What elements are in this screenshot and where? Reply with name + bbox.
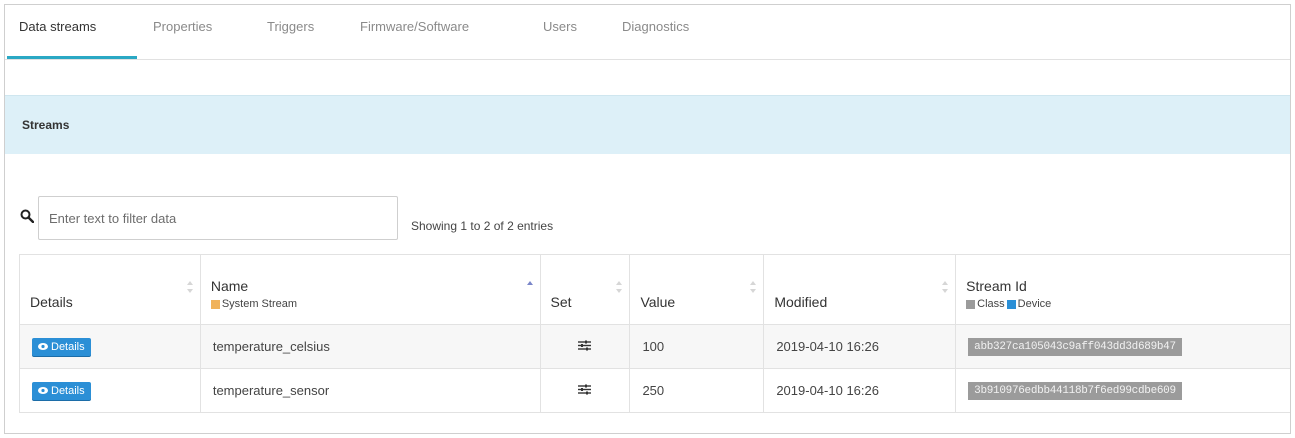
streams-title: Streams	[22, 118, 70, 132]
set-cell	[539, 324, 631, 369]
details-button[interactable]: Details	[32, 337, 91, 356]
system-stream-chip	[210, 299, 220, 309]
set-cell	[539, 368, 631, 413]
eye-icon	[38, 343, 48, 351]
eye-icon	[38, 387, 48, 395]
modified-cell: 2019-04-10 16:26	[763, 324, 957, 369]
column-header-stream-id[interactable]: Stream Id Class Device	[955, 254, 1290, 325]
column-stream-id-label: Stream Id	[966, 278, 1027, 294]
tab-data-streams[interactable]: Data streams	[7, 19, 137, 59]
stream-id-legend: Class Device	[966, 298, 1290, 310]
column-value-label: Value	[640, 294, 676, 310]
details-button[interactable]: Details	[32, 381, 91, 400]
system-stream-legend: System Stream	[210, 298, 530, 310]
column-header-value[interactable]: Value	[629, 254, 765, 325]
class-chip	[966, 299, 976, 309]
column-header-name[interactable]: Name System Stream	[199, 254, 541, 325]
tab-properties[interactable]: Properties	[153, 19, 212, 59]
entries-info: Showing 1 to 2 of 2 entries	[411, 219, 554, 233]
search-icon	[20, 209, 34, 223]
stream-id-badge: 3b910976edbb44118b7f6ed99cdbe609	[968, 382, 1182, 400]
column-modified-label: Modified	[774, 294, 828, 310]
filter-input[interactable]	[38, 196, 398, 240]
table-row: Details temperature_sensor 250 2019-04-1…	[19, 368, 1290, 413]
column-details-label: Details	[30, 294, 73, 310]
sort-icon	[942, 281, 949, 293]
name-cell: temperature_celsius	[199, 324, 541, 369]
stream-id-cell: abb327ca105043c9aff043dd3d689b47	[955, 324, 1290, 369]
tab-diagnostics[interactable]: Diagnostics	[622, 19, 689, 59]
value-cell: 100	[629, 324, 765, 369]
column-set-label: Set	[550, 294, 572, 310]
column-header-details[interactable]: Details	[19, 254, 201, 325]
sort-asc-icon	[526, 281, 533, 285]
device-page: Data streams Properties Triggers Firmwar…	[4, 4, 1291, 434]
tab-users[interactable]: Users	[543, 19, 577, 59]
name-cell: temperature_sensor	[199, 368, 541, 413]
sliders-icon[interactable]	[578, 340, 592, 351]
column-name-label: Name	[210, 278, 249, 294]
table-header-row: Details Name System Stream Set Value Mod…	[19, 254, 1290, 325]
streams-table: Details Name System Stream Set Value Mod…	[19, 254, 1290, 413]
column-header-set[interactable]: Set	[539, 254, 631, 325]
table-row: Details temperature_celsius 100 2019-04-…	[19, 324, 1290, 369]
sort-icon	[616, 281, 623, 293]
sliders-icon[interactable]	[578, 384, 592, 395]
stream-id-badge: abb327ca105043c9aff043dd3d689b47	[968, 338, 1182, 356]
value-cell: 250	[629, 368, 765, 413]
sort-icon	[750, 281, 757, 293]
tab-firmware-software[interactable]: Firmware/Software	[360, 19, 469, 59]
device-chip	[1006, 299, 1016, 309]
modified-cell: 2019-04-10 16:26	[763, 368, 957, 413]
details-cell: Details	[19, 368, 201, 413]
tab-bar: Data streams Properties Triggers Firmwar…	[5, 5, 1290, 60]
streams-panel-header: Streams	[5, 95, 1290, 154]
sort-icon	[186, 281, 193, 293]
details-cell: Details	[19, 324, 201, 369]
stream-id-cell: 3b910976edbb44118b7f6ed99cdbe609	[955, 368, 1290, 413]
column-header-modified[interactable]: Modified	[763, 254, 957, 325]
tab-triggers[interactable]: Triggers	[267, 19, 314, 59]
